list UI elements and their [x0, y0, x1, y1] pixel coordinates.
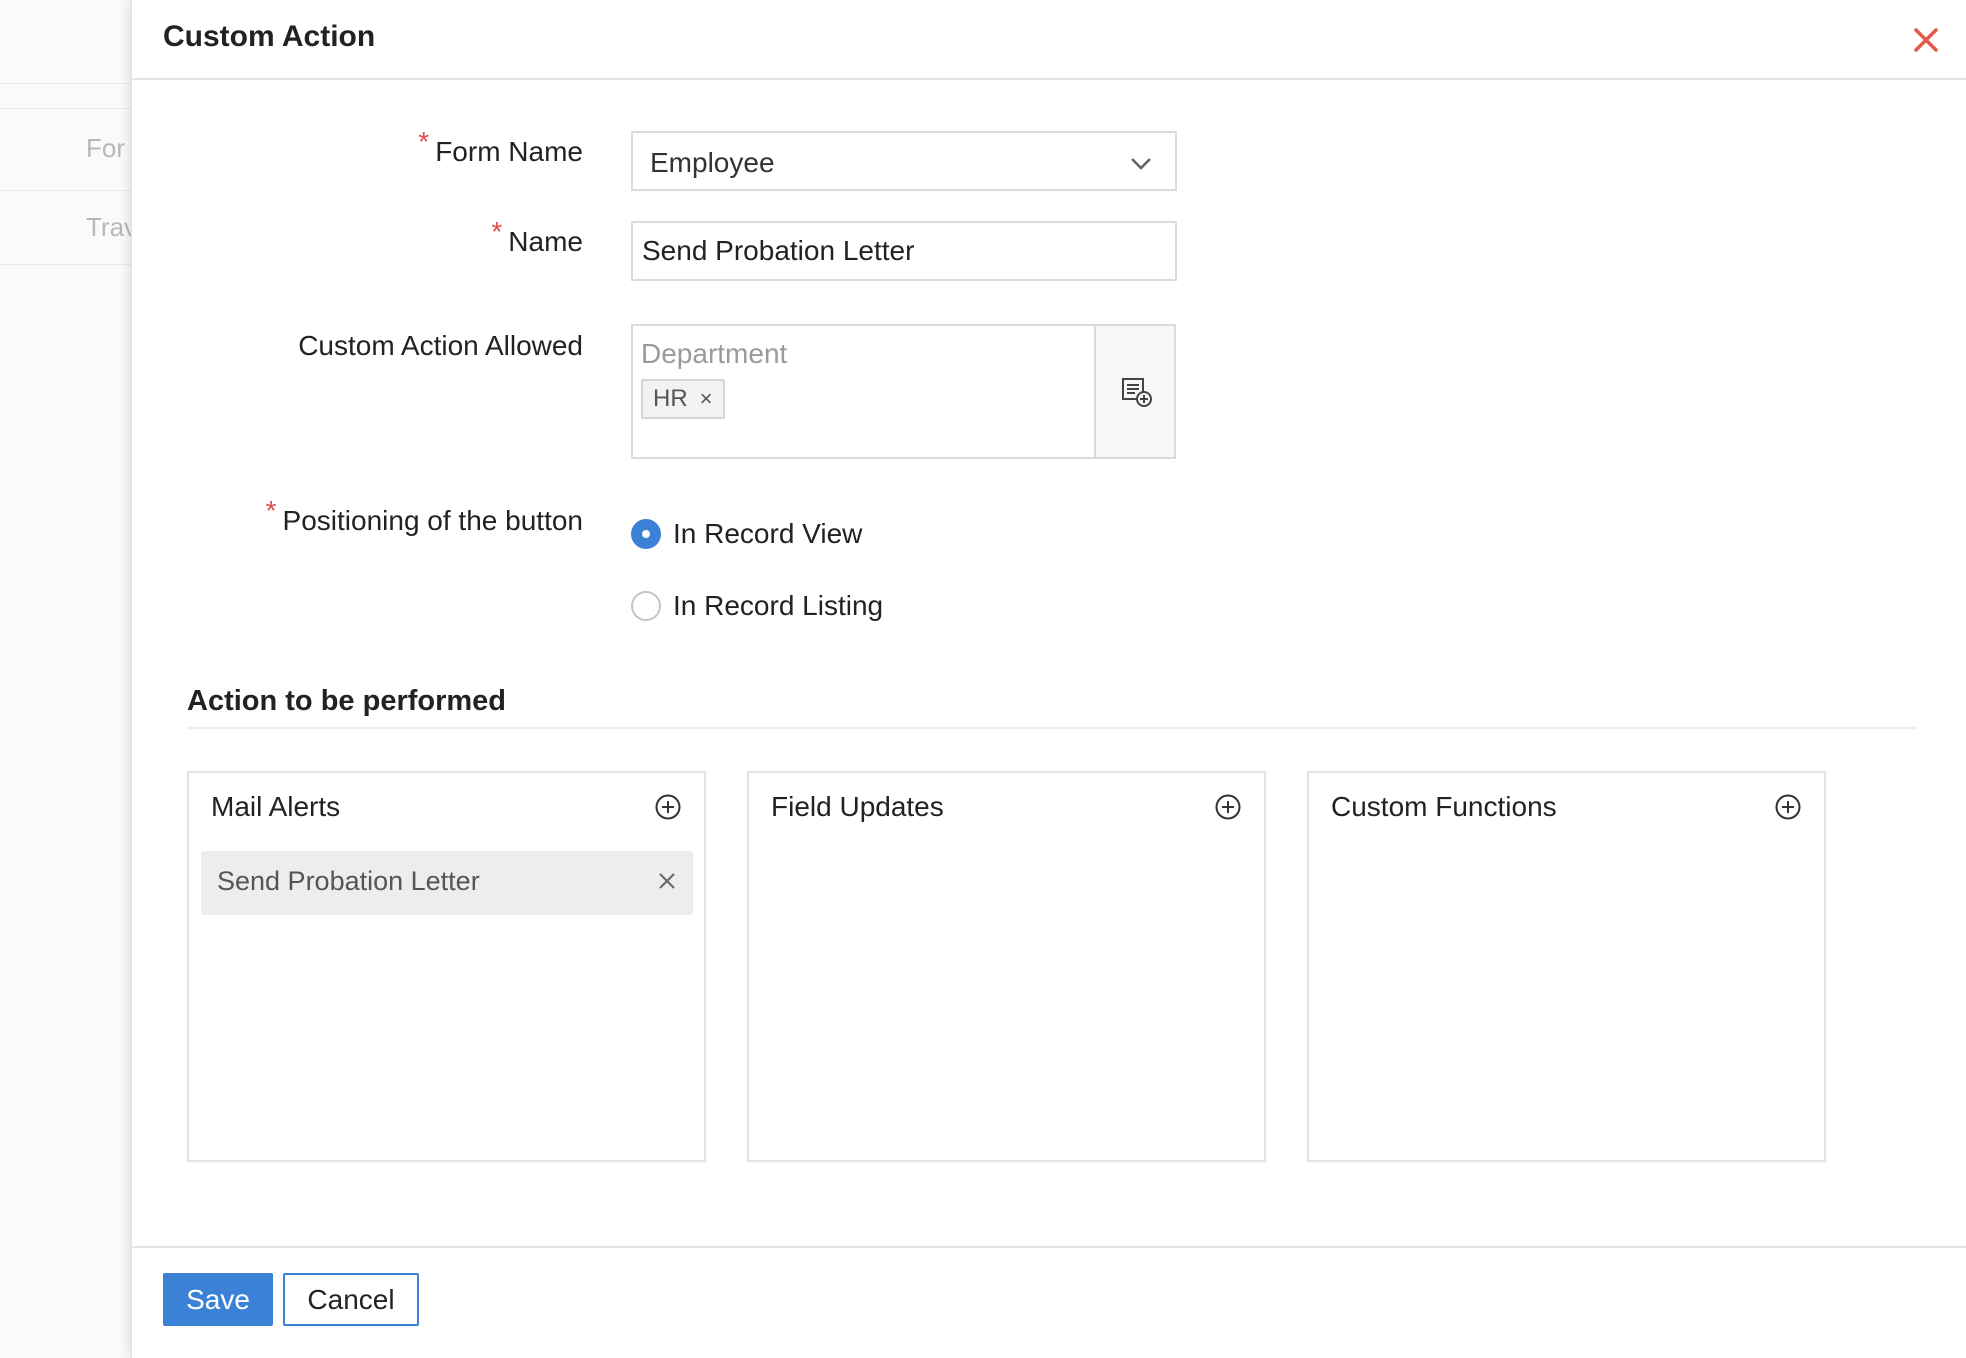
tag-remove-icon[interactable]: × — [700, 388, 713, 410]
mail-alerts-card: Mail Alerts Send Probation Letter — [187, 771, 706, 1162]
required-mark: * — [491, 216, 503, 247]
background-divider — [0, 83, 131, 84]
required-mark: * — [265, 495, 277, 526]
background-divider — [0, 264, 131, 265]
name-label-row: * Name — [132, 216, 583, 258]
form-name-label-row: * Form Name — [132, 126, 583, 168]
custom-action-allowed-field[interactable]: Department HR × — [631, 324, 1095, 459]
form-name-value: Employee — [650, 147, 775, 178]
list-add-icon — [1122, 378, 1152, 407]
radio-label: In Record Listing — [673, 590, 884, 621]
mail-alert-item-label: Send Probation Letter — [217, 866, 480, 896]
field-updates-card: Field Updates — [747, 771, 1266, 1162]
radio-button[interactable] — [631, 591, 661, 621]
custom-action-allowed-label: Custom Action Allowed — [298, 330, 583, 361]
add-circle-icon[interactable] — [1774, 793, 1802, 821]
chevron-down-icon — [1131, 158, 1151, 170]
background-item: Trav — [86, 212, 138, 242]
add-circle-icon[interactable] — [654, 793, 682, 821]
positioning-label: Positioning of the button — [282, 505, 583, 536]
drawer-title: Custom Action — [163, 20, 376, 53]
name-input[interactable] — [631, 221, 1177, 281]
radio-in-record-view[interactable]: In Record View — [631, 518, 862, 550]
custom-action-allowed-label-row: Custom Action Allowed — [132, 330, 583, 362]
background-item: For — [86, 133, 125, 163]
radio-label: In Record View — [673, 518, 863, 549]
department-group-label: Department — [641, 338, 788, 369]
drawer-footer: Save Cancel — [132, 1246, 1966, 1358]
required-mark: * — [418, 126, 430, 157]
background-page: For Trav — [0, 0, 137, 1358]
radio-button-checked[interactable] — [631, 519, 661, 549]
custom-functions-card: Custom Functions — [1307, 771, 1826, 1162]
background-divider — [0, 108, 131, 109]
card-title: Field Updates — [771, 791, 944, 822]
background-divider — [0, 190, 131, 191]
section-divider — [187, 727, 1917, 729]
save-button[interactable]: Save — [163, 1273, 273, 1326]
mail-alert-item[interactable]: Send Probation Letter — [201, 851, 693, 915]
add-circle-icon[interactable] — [1214, 793, 1242, 821]
positioning-label-row: * Positioning of the button — [132, 495, 583, 537]
tag-hr: HR × — [641, 379, 725, 419]
card-title: Custom Functions — [1331, 791, 1557, 822]
card-title: Mail Alerts — [211, 791, 341, 822]
add-criteria-button[interactable] — [1094, 324, 1176, 459]
remove-icon[interactable] — [655, 869, 679, 893]
name-label: Name — [508, 226, 583, 257]
tag-label: HR — [653, 385, 688, 412]
drawer-header: Custom Action — [132, 0, 1966, 80]
form-name-select[interactable]: Employee — [631, 131, 1177, 191]
form-name-label: Form Name — [435, 136, 583, 167]
cancel-button[interactable]: Cancel — [283, 1273, 419, 1326]
radio-in-record-listing[interactable]: In Record Listing — [631, 590, 883, 622]
custom-action-drawer: Custom Action * Form Name Employee * Name … — [131, 0, 1966, 1358]
close-icon[interactable] — [1908, 22, 1944, 58]
section-title: Action to be performed — [187, 685, 507, 717]
